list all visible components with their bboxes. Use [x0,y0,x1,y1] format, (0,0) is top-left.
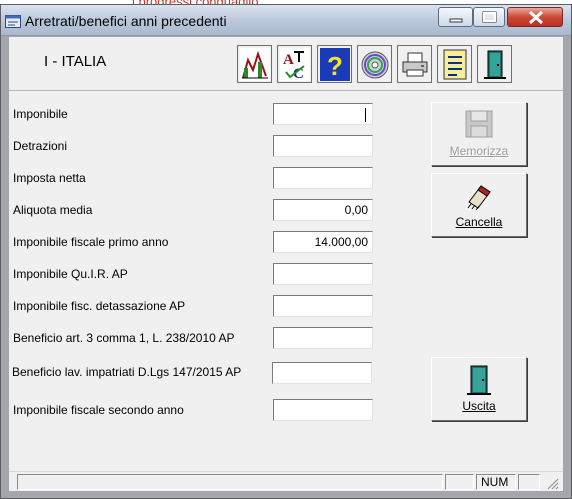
svg-text:?: ? [327,51,343,81]
eraser-icon [467,185,491,210]
notes-icon [443,49,467,80]
label-aliquota-media: Aliquota media [13,203,93,217]
resize-grip-icon[interactable] [545,476,559,490]
title-bar[interactable]: Arretrati/benefici anni precedenti [1,5,571,36]
chart-icon [240,48,270,81]
window-title: Arretrati/benefici anni precedenti [25,13,227,29]
close-button[interactable] [507,7,563,27]
client-area: I - ITALIA A C ? Imponibile Detrazioni I… [9,37,563,491]
input-imponibile-quir[interactable] [273,263,373,285]
label-beneficio-impatriati: Beneficio lav. impatriati D.Lgs 147/2015… [12,365,242,379]
help-icon: ? [320,48,350,81]
input-beneficio-impatriati[interactable] [272,362,372,384]
dialog-window: Arretrati/benefici anni precedenti I - I… [0,4,572,499]
cancella-label: Cancella [455,215,503,229]
print-button[interactable] [397,45,432,83]
spellcheck-icon: A C [280,48,310,81]
disc-button[interactable] [357,45,392,83]
help-button[interactable]: ? [317,45,352,83]
label-beneficio-art3: Beneficio art. 3 comma 1, L. 238/2010 AP [13,331,235,345]
disc-icon [361,51,389,79]
text-caret [365,108,366,122]
uscita-button[interactable]: Uscita [431,357,527,421]
app-window-icon [5,15,21,28]
uscita-label: Uscita [462,399,496,413]
input-imponibile-detassazione[interactable] [273,295,373,317]
minimize-button[interactable] [438,7,473,27]
minimize-icon [449,18,463,23]
label-detrazioni: Detrazioni [13,139,68,153]
chart-button[interactable] [237,45,272,83]
exit-button-toolbar[interactable] [477,45,512,83]
label-imponibile: Imponibile [13,107,68,121]
input-beneficio-art3[interactable] [273,327,373,349]
spellcheck-button[interactable]: A C [277,45,312,83]
memorizza-label: Memorizza [449,144,509,158]
cancella-button[interactable]: Cancella [431,173,527,237]
label-imponibile-quir: Imponibile Qu.I.R. AP [13,267,128,281]
label-imponibile-secondo-anno: Imponibile fiscale secondo anno [13,403,184,417]
input-aliquota-media[interactable] [273,199,373,221]
label-imponibile-primo-anno: Imponibile fiscale primo anno [13,235,169,249]
input-imponibile[interactable] [273,103,373,125]
floppy-disk-icon [465,110,493,138]
memorizza-button[interactable]: Memorizza [431,102,527,166]
status-pane-caps [445,474,474,490]
maximize-button[interactable] [473,7,505,27]
label-imposta-netta: Imposta netta [13,171,86,185]
status-pane-main [17,474,443,490]
status-bar: NUM [9,471,563,491]
printer-icon [402,52,428,77]
status-pane-num: NUM [476,474,516,490]
status-pane-scroll [518,474,540,490]
notes-button[interactable] [437,45,472,83]
input-imposta-netta[interactable] [273,167,373,189]
maximize-icon [482,11,497,23]
input-imponibile-primo-anno[interactable] [273,231,373,253]
toolbar: I - ITALIA A C ? [9,37,563,91]
close-icon [528,10,544,25]
exit-door-icon [467,365,491,395]
input-imponibile-secondo-anno[interactable] [273,399,373,421]
country-label: I - ITALIA [44,53,107,70]
input-detrazioni[interactable] [273,135,373,157]
exit-door-icon [484,50,506,79]
label-imponibile-detassazione: Imponibile fisc. detassazione AP [13,299,186,313]
